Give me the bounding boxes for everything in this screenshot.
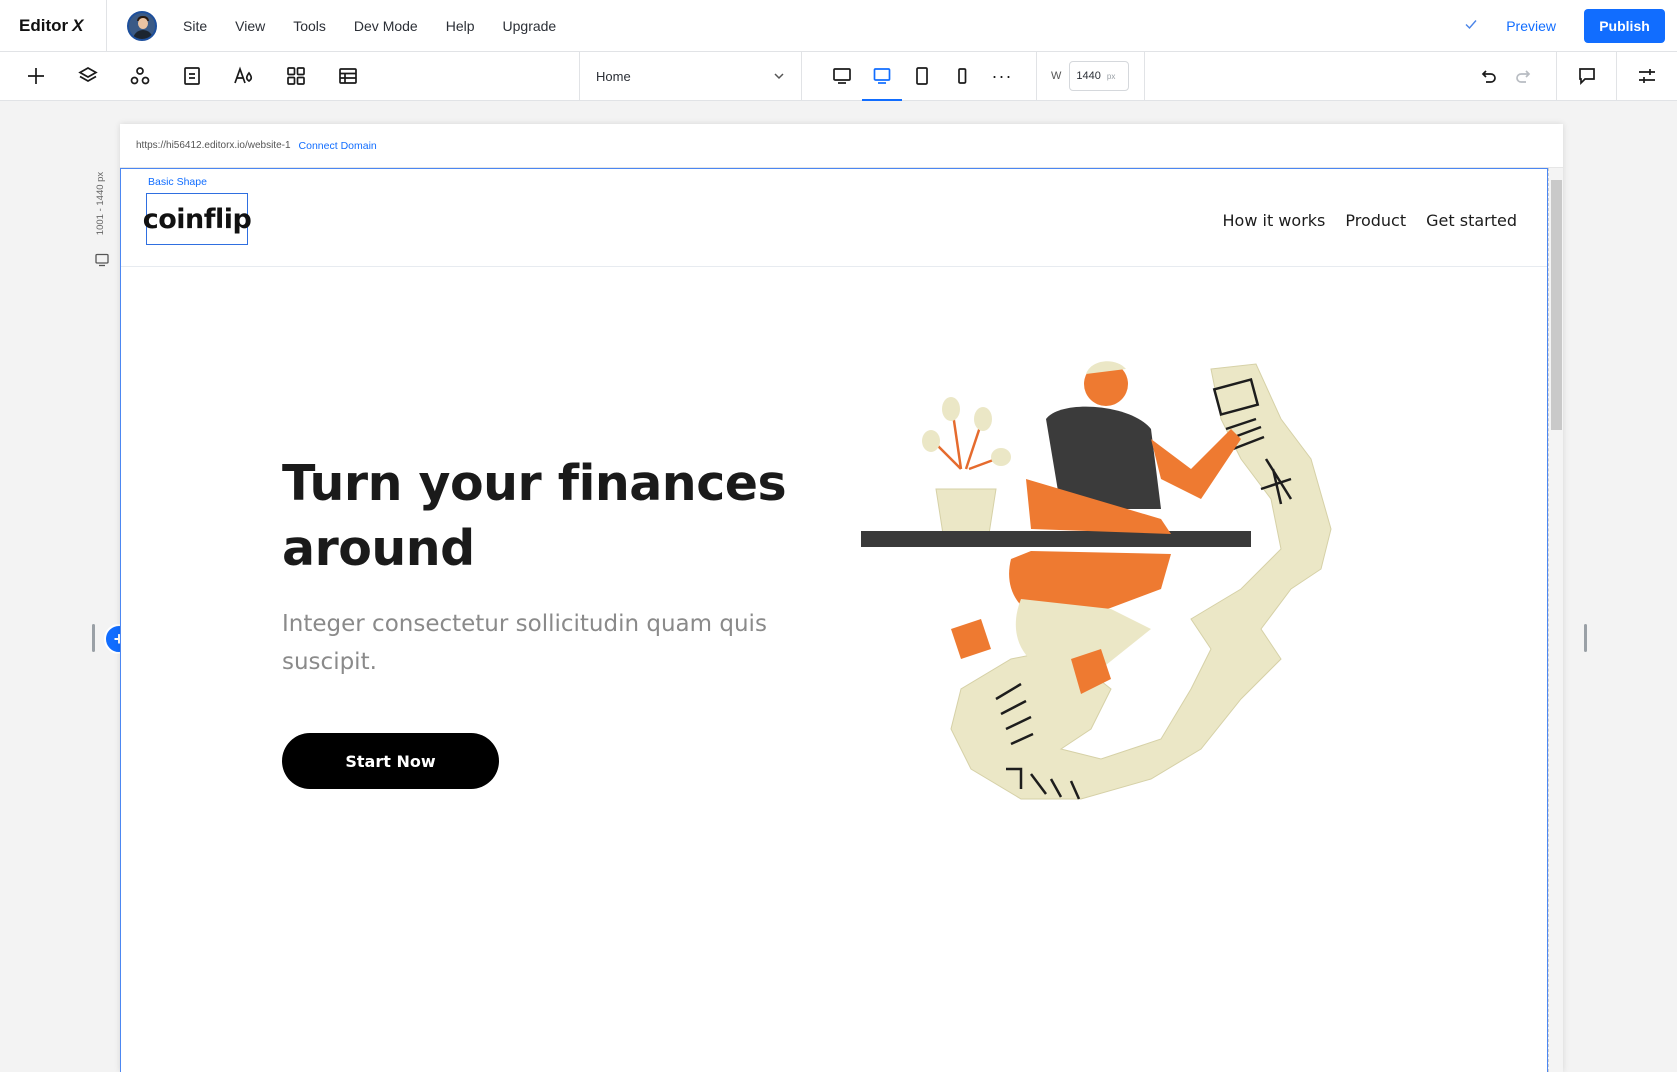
left-resize-handle[interactable] bbox=[92, 624, 95, 652]
left-tools bbox=[0, 51, 580, 101]
desktop-large-icon[interactable] bbox=[822, 52, 862, 101]
menu-view[interactable]: View bbox=[221, 0, 279, 52]
width-label: W bbox=[1051, 70, 1062, 82]
comments-icon[interactable] bbox=[1557, 51, 1617, 101]
site-url: https://hi56412.editorx.io/website-1 bbox=[136, 140, 291, 151]
publish-button[interactable]: Publish bbox=[1584, 8, 1665, 43]
width-value: 1440 bbox=[1076, 70, 1101, 82]
cms-icon[interactable] bbox=[336, 64, 360, 88]
main-menu: Site View Tools Dev Mode Help Upgrade bbox=[169, 0, 570, 52]
check-icon bbox=[1464, 17, 1478, 34]
width-input[interactable]: 1440 px bbox=[1069, 61, 1130, 91]
canvas-scrollbar[interactable] bbox=[1548, 168, 1563, 1072]
selection-label: Basic Shape bbox=[148, 176, 207, 188]
pages-icon[interactable] bbox=[180, 64, 204, 88]
topbar-actions: Preview Publish bbox=[1464, 0, 1677, 52]
editor-toolbar: Home ··· W 1440 px bbox=[0, 51, 1677, 101]
site-url-bar: https://hi56412.editorx.io/website-1 Con… bbox=[120, 124, 1563, 168]
breakpoint-switcher: ··· bbox=[802, 51, 1037, 101]
brand-mark: X bbox=[72, 15, 84, 35]
brand-name: Editor bbox=[19, 15, 69, 35]
editor-logo[interactable]: Editor X bbox=[0, 0, 107, 52]
hero-title[interactable]: Turn your finances around bbox=[282, 451, 802, 581]
hero-subtitle[interactable]: Integer consectetur sollicitudin quam qu… bbox=[282, 605, 812, 681]
chevron-down-icon bbox=[774, 73, 784, 80]
nav-how-it-works[interactable]: How it works bbox=[1223, 211, 1326, 230]
menu-help[interactable]: Help bbox=[432, 0, 489, 52]
site-header[interactable]: Basic Shape coinflip How it works Produc… bbox=[121, 169, 1547, 267]
site-logo[interactable]: coinflip bbox=[143, 193, 252, 245]
current-page: Home bbox=[596, 68, 631, 84]
more-breakpoints-button[interactable]: ··· bbox=[982, 66, 1022, 87]
connect-domain-link[interactable]: Connect Domain bbox=[299, 140, 377, 152]
toolbar-right bbox=[1456, 51, 1677, 101]
menu-site[interactable]: Site bbox=[169, 0, 221, 52]
scrollbar-thumb[interactable] bbox=[1551, 180, 1562, 430]
canvas-frame: https://hi56412.editorx.io/website-1 Con… bbox=[120, 124, 1563, 1072]
add-icon[interactable] bbox=[24, 64, 48, 88]
hero-illustration[interactable] bbox=[861, 329, 1381, 839]
user-avatar[interactable] bbox=[127, 10, 157, 41]
menu-upgrade[interactable]: Upgrade bbox=[489, 0, 571, 52]
breakpoint-desktop-icon bbox=[95, 253, 109, 267]
components-icon[interactable] bbox=[128, 64, 152, 88]
layers-icon[interactable] bbox=[76, 64, 100, 88]
undo-icon[interactable] bbox=[1470, 66, 1506, 86]
width-unit: px bbox=[1106, 71, 1116, 81]
history-controls bbox=[1456, 51, 1557, 101]
apps-icon[interactable] bbox=[284, 64, 308, 88]
preview-button[interactable]: Preview bbox=[1506, 18, 1556, 34]
breakpoint-range-label: 1001 - 1440 px bbox=[95, 171, 107, 235]
nav-product[interactable]: Product bbox=[1345, 211, 1406, 230]
menu-dev-mode[interactable]: Dev Mode bbox=[340, 0, 432, 52]
site-nav: How it works Product Get started bbox=[1203, 211, 1517, 230]
inspector-icon[interactable] bbox=[1617, 52, 1677, 101]
top-bar: Editor X Site View Tools Dev Mode Help U… bbox=[0, 0, 1677, 52]
nav-get-started[interactable]: Get started bbox=[1426, 211, 1517, 230]
menu-tools[interactable]: Tools bbox=[279, 0, 340, 52]
page-selector[interactable]: Home bbox=[580, 51, 802, 101]
theme-icon[interactable] bbox=[232, 64, 256, 88]
redo-icon[interactable] bbox=[1506, 66, 1542, 86]
right-resize-handle[interactable] bbox=[1584, 624, 1587, 652]
site-page[interactable]: Basic Shape coinflip How it works Produc… bbox=[120, 168, 1548, 1072]
desktop-icon[interactable] bbox=[862, 52, 902, 101]
start-now-button[interactable]: Start Now bbox=[282, 733, 499, 789]
mobile-icon[interactable] bbox=[942, 52, 982, 101]
tablet-icon[interactable] bbox=[902, 52, 942, 101]
width-control: W 1440 px bbox=[1037, 51, 1145, 101]
